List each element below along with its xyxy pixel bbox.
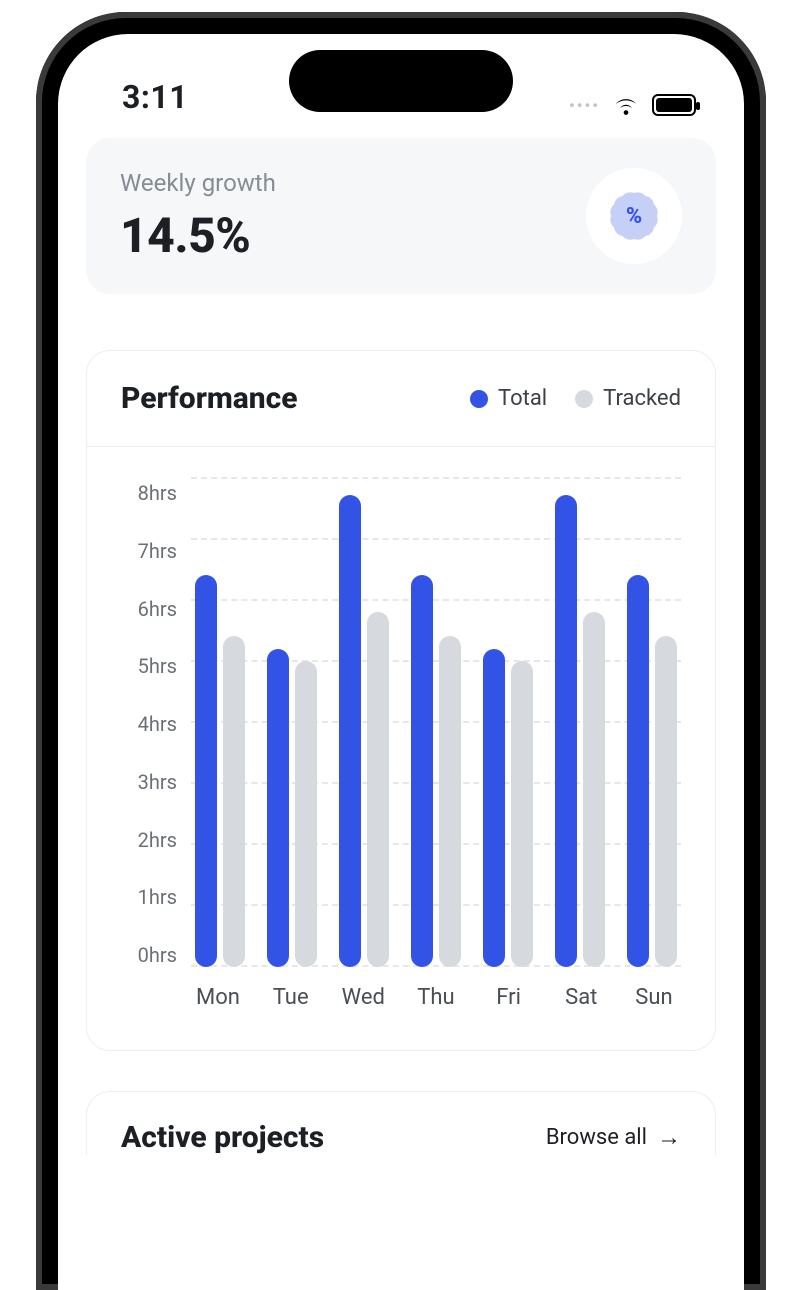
y-tick: 4hrs [138, 712, 177, 736]
x-tick: Fri [482, 985, 536, 1010]
x-tick: Sun [627, 985, 681, 1010]
y-tick: 8hrs [138, 481, 177, 505]
chart-y-axis: 8hrs 7hrs 6hrs 5hrs 4hrs 3hrs 2hrs 1hrs 0hrs [121, 477, 177, 967]
legend-dot-icon [575, 390, 593, 408]
chart-legend: Total Tracked [470, 386, 681, 411]
x-tick: Mon [191, 985, 245, 1010]
battery-icon [652, 94, 696, 116]
performance-chart: 8hrs 7hrs 6hrs 5hrs 4hrs 3hrs 2hrs 1hrs 0hrs Mon… [87, 447, 715, 1050]
screen: 3:11 •••• Weekly growth 14.5% [58, 34, 744, 1290]
x-tick: Thu [409, 985, 463, 1010]
bar-tracked[interactable] [439, 636, 461, 967]
bar-tracked[interactable] [655, 636, 677, 967]
bar-tracked[interactable] [583, 612, 605, 967]
phone-frame: 3:11 •••• Weekly growth 14.5% [36, 12, 766, 1290]
bar-group[interactable] [553, 495, 607, 967]
percent-badge-icon: % [614, 196, 654, 236]
bar-total[interactable] [411, 575, 433, 967]
bar-total[interactable] [339, 495, 361, 967]
bar-total[interactable] [267, 649, 289, 968]
y-tick: 1hrs [138, 885, 177, 909]
x-tick: Tue [264, 985, 318, 1010]
bar-group[interactable] [481, 649, 535, 968]
bar-group[interactable] [265, 649, 319, 968]
x-tick: Sat [554, 985, 608, 1010]
weekly-growth-card[interactable]: Weekly growth 14.5% % [86, 138, 716, 294]
browse-all-link[interactable]: Browse all → [546, 1123, 681, 1152]
y-tick: 0hrs [138, 943, 177, 967]
bar-tracked[interactable] [295, 661, 317, 967]
bar-total[interactable] [555, 495, 577, 967]
arrow-right-icon: → [657, 1123, 681, 1152]
bar-tracked[interactable] [367, 612, 389, 967]
performance-card: Performance Total Tracked [86, 350, 716, 1051]
y-tick: 2hrs [138, 828, 177, 852]
x-tick: Wed [336, 985, 390, 1010]
bar-total[interactable] [627, 575, 649, 967]
growth-label: Weekly growth [120, 169, 276, 197]
bar-group[interactable] [193, 575, 247, 967]
growth-icon-wrap: % [586, 168, 682, 264]
performance-title: Performance [121, 381, 298, 416]
y-tick: 6hrs [138, 597, 177, 621]
chart-plot [191, 477, 681, 967]
legend-dot-icon [470, 390, 488, 408]
y-tick: 7hrs [138, 539, 177, 563]
y-tick: 5hrs [138, 654, 177, 678]
status-time: 3:11 [122, 78, 188, 116]
bar-total[interactable] [195, 575, 217, 967]
bar-tracked[interactable] [511, 661, 533, 967]
cellular-dots-icon: •••• [569, 96, 600, 115]
chart-x-axis: Mon Tue Wed Thu Fri Sat Sun [121, 985, 681, 1010]
bar-tracked[interactable] [223, 636, 245, 967]
bar-total[interactable] [483, 649, 505, 968]
bar-group[interactable] [625, 575, 679, 967]
growth-value: 14.5% [120, 207, 276, 264]
legend-total[interactable]: Total [470, 386, 547, 411]
y-tick: 3hrs [138, 770, 177, 794]
active-projects-card: Active projects Browse all → [86, 1091, 716, 1155]
projects-title: Active projects [121, 1120, 324, 1155]
legend-tracked[interactable]: Tracked [575, 386, 681, 411]
notch [289, 50, 513, 112]
wifi-icon [612, 94, 640, 116]
performance-header: Performance Total Tracked [87, 351, 715, 447]
bar-group[interactable] [409, 575, 463, 967]
bar-group[interactable] [337, 495, 391, 967]
